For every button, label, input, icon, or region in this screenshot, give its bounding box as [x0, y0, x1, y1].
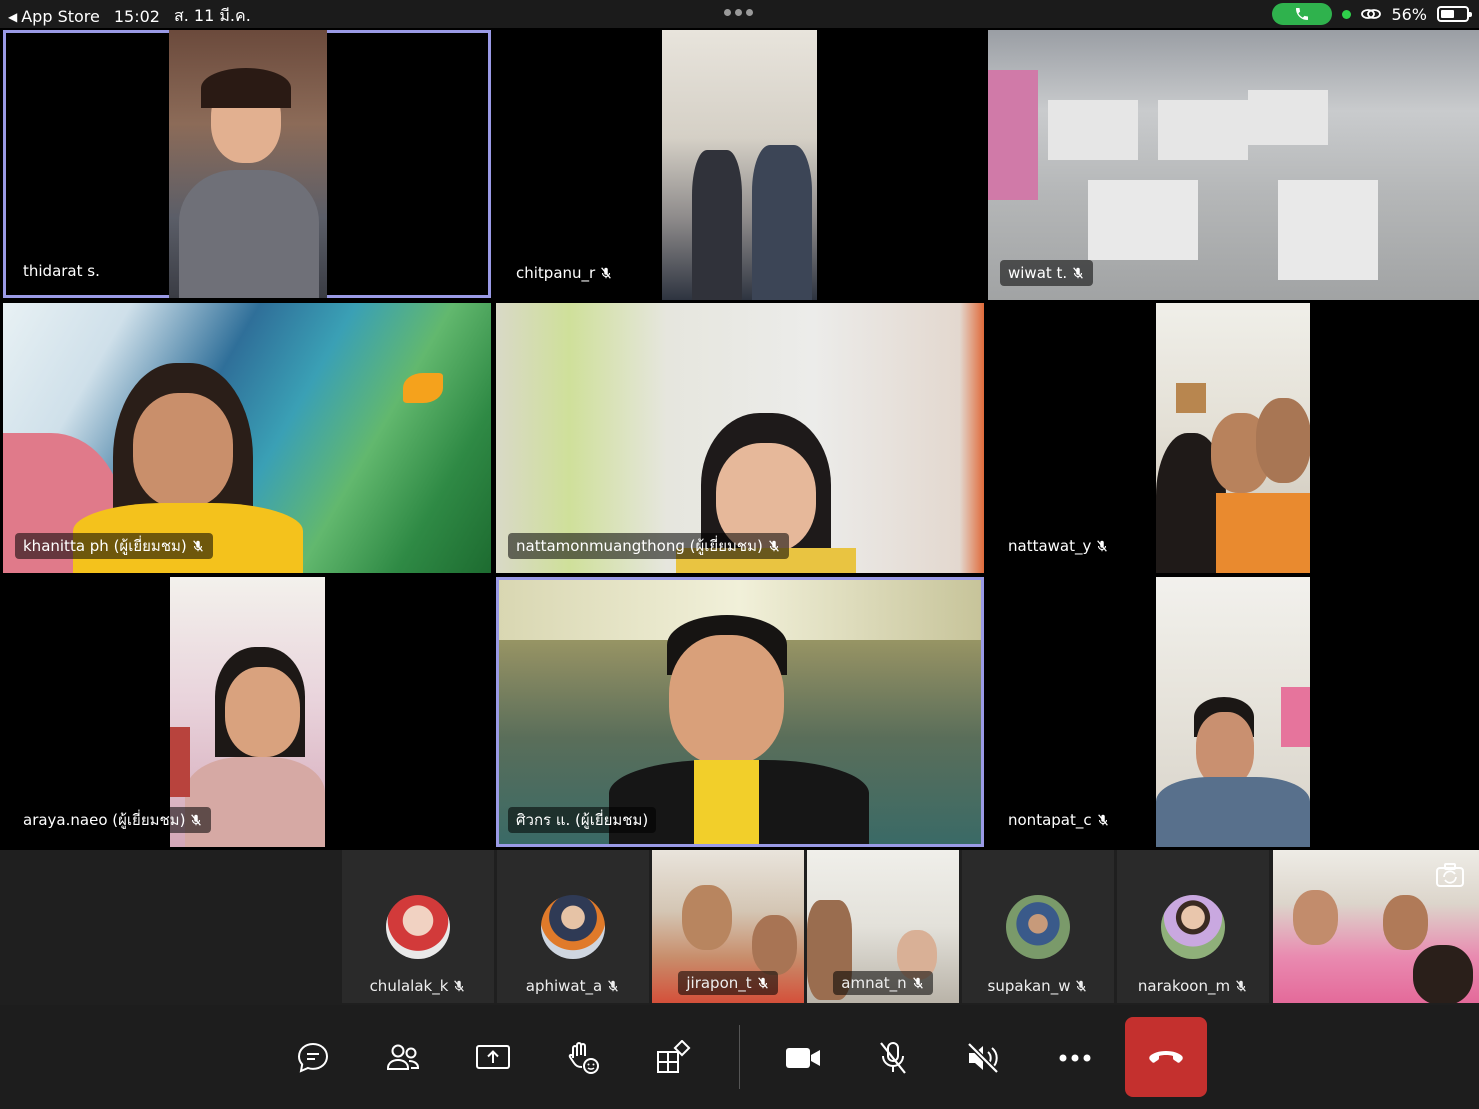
mic-off-icon	[912, 977, 923, 989]
mic-off-icon	[608, 980, 619, 992]
camera-in-use-dot	[1342, 9, 1352, 19]
strip-tile-supakan[interactable]: supakan_w	[962, 850, 1114, 1003]
video-tile-khanitta[interactable]: khanitta ph (ผู้เยี่ยมชม)	[3, 303, 491, 573]
video-tile-araya[interactable]: araya.naeo (ผู้เยี่ยมชม)	[3, 577, 491, 847]
raise-hand-icon	[568, 1042, 599, 1074]
mic-button[interactable]	[868, 1033, 918, 1083]
share-screen-icon	[476, 1045, 510, 1069]
multitask-dots-icon[interactable]	[724, 9, 753, 16]
apps-button[interactable]	[648, 1033, 698, 1083]
participant-video	[1156, 577, 1310, 847]
back-arrow-icon[interactable]: ◀	[8, 10, 17, 24]
participant-name-tag: nontapat_c	[1000, 807, 1118, 833]
participant-name-tag: wiwat t.	[1000, 260, 1094, 286]
chat-button[interactable]	[288, 1033, 338, 1083]
switch-camera-icon[interactable]	[1435, 862, 1465, 888]
video-tile-thidarat[interactable]: thidarat s.	[3, 30, 491, 298]
apps-icon	[657, 1040, 691, 1073]
mic-off-icon	[192, 540, 203, 552]
status-bar: ◀ App Store 15:02 ส. 11 มี.ค. 56%	[0, 0, 1479, 28]
mic-off-icon	[454, 980, 465, 992]
camera-button[interactable]	[778, 1033, 828, 1083]
people-icon	[387, 1044, 419, 1070]
participant-name-tag: nattamonmuangthong (ผู้เยี่ยมชม)	[508, 533, 789, 559]
participant-name-tag: supakan_w	[962, 977, 1114, 995]
video-tile-nontapat[interactable]: nontapat_c	[988, 577, 1479, 847]
mic-off-icon	[880, 1042, 906, 1074]
strip-tile-narakoon[interactable]: narakoon_m	[1117, 850, 1269, 1003]
participant-video	[662, 30, 817, 300]
phone-icon	[1296, 8, 1309, 20]
hang-up-button[interactable]	[1125, 1017, 1207, 1097]
participant-name-tag: narakoon_m	[1117, 977, 1269, 995]
mic-off-icon	[191, 814, 202, 826]
more-icon	[1059, 1054, 1091, 1062]
strip-tile-amnat[interactable]: amnat_n	[807, 850, 959, 1003]
participant-name-tag: araya.naeo (ผู้เยี่ยมชม)	[15, 807, 212, 833]
more-button[interactable]	[1050, 1033, 1100, 1083]
video-tile-nattawat[interactable]: nattawat_y	[988, 303, 1479, 573]
participant-name-tag: chitpanu_r	[508, 260, 622, 286]
participant-name-tag: khanitta ph (ผู้เยี่ยมชม)	[15, 533, 213, 559]
participant-video	[1156, 303, 1310, 573]
chat-icon	[297, 1042, 329, 1073]
status-time: 15:02	[113, 7, 160, 26]
mic-off-icon	[1076, 980, 1087, 992]
people-button[interactable]	[378, 1033, 428, 1083]
battery-icon	[1437, 6, 1472, 22]
mic-off-icon	[601, 267, 612, 279]
participant-video	[682, 885, 732, 950]
mic-off-icon	[768, 540, 779, 552]
avatar	[1006, 895, 1070, 959]
strip-tile-aphiwat[interactable]: aphiwat_a	[497, 850, 649, 1003]
participant-video	[499, 580, 981, 844]
avatar	[1161, 895, 1225, 959]
mic-off-icon	[1073, 267, 1084, 279]
participant-video	[169, 30, 327, 298]
participant-name-tag: chulalak_k	[342, 977, 494, 995]
camera-icon	[786, 1048, 820, 1068]
participant-name-tag: ศิวกร แ. (ผู้เยี่ยมชม)	[508, 807, 657, 833]
back-app-link[interactable]: App Store	[21, 7, 100, 26]
video-tile-wiwat[interactable]: wiwat t.	[988, 30, 1479, 300]
toolbar-divider	[739, 1025, 740, 1089]
mic-off-icon	[1097, 540, 1108, 552]
link-icon	[1361, 9, 1382, 19]
participant-name-tag: thidarat s.	[15, 258, 108, 284]
mic-off-icon	[1097, 814, 1108, 826]
avatar	[541, 895, 605, 959]
mic-off-icon	[1236, 980, 1246, 992]
video-tile-nattamon[interactable]: nattamonmuangthong (ผู้เยี่ยมชม)	[496, 303, 984, 573]
battery-percent: 56%	[1391, 4, 1427, 24]
participant-name-tag: aphiwat_a	[497, 977, 649, 995]
strip-tile-chulalak[interactable]: chulalak_k	[342, 850, 494, 1003]
raise-hand-button[interactable]	[558, 1033, 608, 1083]
share-screen-button[interactable]	[468, 1033, 518, 1083]
video-tile-siwakorn[interactable]: ศิวกร แ. (ผู้เยี่ยมชม)	[496, 577, 984, 847]
participant-name-tag: jirapon_t	[652, 971, 804, 995]
call-toolbar	[0, 1005, 1479, 1109]
active-call-indicator[interactable]	[1272, 3, 1333, 25]
participant-name-tag: nattawat_y	[1000, 533, 1118, 559]
video-tile-chitpanu[interactable]: chitpanu_r	[496, 30, 984, 300]
avatar	[386, 895, 450, 959]
self-view-tile[interactable]	[1273, 850, 1479, 1003]
strip-tile-jirapon[interactable]: jirapon_t	[652, 850, 804, 1003]
participant-name-tag: amnat_n	[807, 971, 959, 995]
speaker-button[interactable]	[958, 1033, 1008, 1083]
speaker-off-icon	[967, 1042, 999, 1074]
status-date: ส. 11 มี.ค.	[173, 6, 251, 25]
participant-strip: chulalak_k aphiwat_a jirapon_t amnat_n s…	[0, 850, 1479, 1005]
hang-up-icon	[1149, 1051, 1183, 1063]
mic-off-icon	[757, 977, 768, 989]
